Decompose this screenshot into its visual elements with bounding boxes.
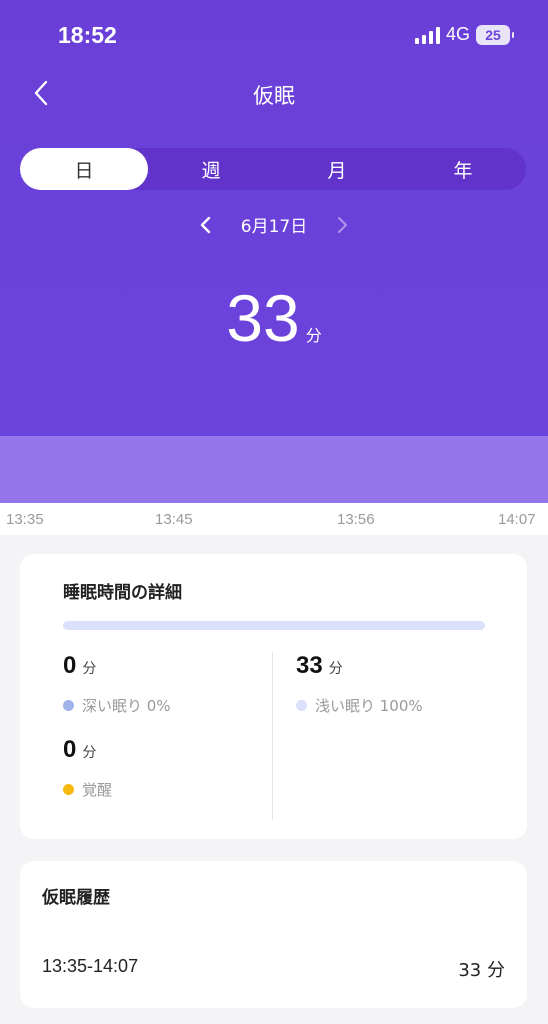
light-sleep-value: 33: [296, 652, 323, 679]
next-date-icon[interactable]: [335, 215, 349, 235]
deep-sleep-label: 深い眠り 0%: [82, 697, 171, 715]
total-value: 33: [226, 281, 300, 355]
header: 18:52 4G 25 仮眠 日 週 月 年 6月17日 33 分: [0, 0, 548, 436]
period-tabs: 日 週 月 年: [20, 148, 526, 190]
column-divider: [272, 652, 273, 820]
page-title: 仮眠: [253, 84, 295, 108]
history-entry-time[interactable]: 13:35-14:07: [42, 956, 138, 977]
deep-sleep-legend: 深い眠り 0%: [63, 695, 171, 716]
total-nap-duration: 33 分: [0, 280, 548, 356]
sleep-stage-band: [0, 436, 548, 503]
tab-month[interactable]: 月: [274, 148, 400, 190]
awake-dot: [63, 784, 74, 795]
deep-sleep-unit: 分: [82, 661, 97, 677]
light-sleep-legend: 浅い眠り 100%: [296, 695, 423, 716]
awake-metric: 0分: [63, 736, 96, 764]
time-tick: 13:56: [337, 511, 375, 528]
total-unit: 分: [305, 326, 322, 345]
signal-icon: [414, 26, 440, 44]
history-title: 仮眠履歴: [42, 888, 110, 908]
stage-ratio-bar: [63, 621, 485, 630]
awake-label: 覚醒: [82, 781, 113, 799]
light-sleep-label: 浅い眠り 100%: [315, 697, 423, 715]
deep-sleep-metric: 0分: [63, 652, 96, 680]
battery-icon: 25: [476, 24, 514, 45]
time-tick: 13:35: [6, 511, 44, 528]
tab-year[interactable]: 年: [400, 148, 526, 190]
tab-day[interactable]: 日: [20, 148, 148, 190]
sleep-details-card: 睡眠時間の詳細 0分 深い眠り 0% 0分 覚醒 33 分 浅い眠り 100%: [20, 554, 527, 839]
light-sleep-dot: [296, 700, 307, 711]
nap-history-card: 仮眠履歴 13:35-14:07 33 分: [20, 861, 527, 1008]
light-sleep-metric: 33 分: [296, 652, 343, 680]
tab-week[interactable]: 週: [148, 148, 274, 190]
time-tick: 13:45: [155, 511, 193, 528]
time-axis: 13:35 13:45 13:56 14:07: [0, 503, 548, 535]
awake-unit: 分: [82, 745, 97, 761]
status-indicators: 4G 25: [414, 24, 514, 45]
awake-value: 0: [63, 736, 77, 763]
prev-date-icon[interactable]: [199, 215, 213, 235]
date-navigator: 6月17日: [0, 212, 548, 237]
history-entry-duration: 33 分: [458, 960, 505, 981]
date-label: 6月17日: [240, 217, 308, 237]
deep-sleep-value: 0: [63, 652, 77, 679]
network-label: 4G: [445, 24, 470, 44]
status-time: 18:52: [58, 22, 117, 48]
light-sleep-unit: 分: [328, 661, 343, 677]
deep-sleep-dot: [63, 700, 74, 711]
time-tick: 14:07: [498, 511, 536, 528]
battery-level: 25: [485, 26, 501, 43]
details-title: 睡眠時間の詳細: [63, 583, 182, 603]
awake-legend: 覚醒: [63, 779, 112, 800]
